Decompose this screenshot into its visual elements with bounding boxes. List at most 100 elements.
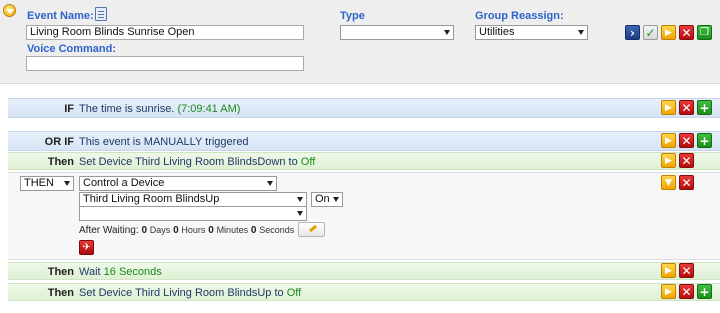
action-keyword: Then bbox=[47, 156, 74, 168]
edit-action-button[interactable]: ▶ bbox=[661, 153, 676, 168]
action-keyword: Then bbox=[47, 266, 74, 278]
event-name-input[interactable]: Living Room Blinds Sunrise Open bbox=[26, 25, 304, 40]
play-icon: ▶ bbox=[665, 266, 672, 276]
type-label: Type bbox=[340, 10, 365, 22]
close-icon: ✕ bbox=[681, 154, 692, 168]
action-device: Third Living Room BlindsUp bbox=[135, 287, 272, 299]
seconds-label: Seconds bbox=[259, 225, 295, 235]
group-reassign-select[interactable]: Utilities bbox=[475, 25, 588, 40]
device-select[interactable]: Third Living Room BlindsUp bbox=[79, 192, 307, 207]
close-icon: ✕ bbox=[681, 134, 692, 148]
action-type-select[interactable]: Control a Device bbox=[79, 176, 277, 191]
play-button[interactable]: ▶ bbox=[661, 25, 676, 40]
seconds-value: 0 bbox=[250, 225, 257, 236]
save-button[interactable]: ✓ bbox=[643, 25, 658, 40]
sunrise-time: (7:09:41 AM) bbox=[177, 103, 241, 115]
secondary-select[interactable] bbox=[79, 206, 307, 221]
edit-condition-button[interactable]: ▶ bbox=[661, 100, 676, 115]
close-icon: ✕ bbox=[681, 285, 692, 299]
collapse-toggle-icon[interactable] bbox=[3, 4, 16, 17]
action-to: to bbox=[288, 156, 298, 168]
hours-value: 0 bbox=[173, 225, 179, 236]
condition-text: The time is sunrise. (7:09:41 AM) bbox=[79, 103, 240, 115]
action-description: Wait 16 Seconds bbox=[79, 266, 162, 278]
action-prefix: Set Device bbox=[79, 287, 133, 299]
action-description: Set Device Third Living Room BlindsUp to… bbox=[79, 287, 301, 299]
condition-keyword: IF bbox=[64, 103, 74, 115]
add-condition-button[interactable]: + bbox=[697, 133, 712, 148]
add-action-button[interactable]: + bbox=[697, 284, 712, 299]
action-description: Set Device Third Living Room BlindsDown … bbox=[79, 156, 315, 168]
event-name-label: Event Name: bbox=[27, 10, 94, 22]
pencil-icon bbox=[308, 224, 318, 233]
state-select-value: On bbox=[315, 193, 330, 205]
play-icon: ▶ bbox=[665, 287, 672, 297]
plus-icon: + bbox=[699, 101, 710, 115]
edit-condition-button[interactable]: ▶ bbox=[661, 133, 676, 148]
delete-action-button[interactable]: ✕ bbox=[679, 284, 694, 299]
notes-icon[interactable] bbox=[95, 7, 107, 21]
play-icon: ▶ bbox=[665, 28, 672, 38]
add-condition-button[interactable]: + bbox=[697, 100, 712, 115]
action-value: Off bbox=[286, 287, 302, 299]
delete-action-button[interactable]: ✕ bbox=[679, 153, 694, 168]
cancel-icon: ✈ bbox=[82, 242, 91, 253]
minutes-label: Minutes bbox=[216, 225, 249, 235]
chevron-down-icon bbox=[297, 211, 303, 216]
after-waiting: After Waiting: 0 Days 0 Hours 0 Minutes … bbox=[79, 225, 294, 236]
chevron-down-icon bbox=[297, 197, 303, 202]
condition-keyword: OR IF bbox=[44, 136, 74, 148]
delete-action-button[interactable]: ✕ bbox=[679, 175, 694, 190]
play-icon: ▶ bbox=[665, 103, 672, 113]
delete-action-button[interactable]: ✕ bbox=[679, 263, 694, 278]
action-type-value: Control a Device bbox=[83, 177, 165, 189]
copy-icon: ❐ bbox=[700, 27, 709, 38]
chevron-right-icon: › bbox=[630, 26, 635, 40]
group-reassign-value: Utilities bbox=[479, 26, 515, 38]
voice-command-input[interactable] bbox=[26, 56, 304, 71]
chevron-down-icon bbox=[578, 30, 584, 35]
edit-action-button[interactable]: ▶ bbox=[661, 284, 676, 299]
close-icon: ✕ bbox=[681, 264, 692, 278]
group-reassign-label: Group Reassign: bbox=[475, 10, 564, 22]
plus-icon: + bbox=[699, 285, 710, 299]
state-select[interactable]: On bbox=[311, 192, 343, 207]
close-icon: ✕ bbox=[681, 176, 692, 190]
collapse-action-button[interactable]: ▼ bbox=[661, 175, 676, 190]
action-keyword: Then bbox=[47, 287, 74, 299]
minutes-value: 0 bbox=[208, 225, 214, 236]
play-icon: ▶ bbox=[665, 136, 672, 146]
action-keyword-value: THEN bbox=[24, 177, 54, 189]
delete-condition-button[interactable]: ✕ bbox=[679, 133, 694, 148]
chevron-down-icon: ▼ bbox=[665, 178, 672, 188]
close-icon: ✕ bbox=[681, 26, 692, 40]
hours-label: Hours bbox=[181, 225, 206, 235]
condition-description: This event is MANUALLY triggered bbox=[79, 136, 249, 148]
plus-icon: + bbox=[699, 134, 710, 148]
action-to: to bbox=[274, 287, 284, 299]
action-prefix: Wait bbox=[79, 266, 101, 278]
action-prefix: Set Device bbox=[79, 156, 133, 168]
action-device: Third Living Room BlindsDown bbox=[135, 156, 286, 168]
chevron-down-icon bbox=[333, 197, 339, 202]
wait-duration: 16 Seconds bbox=[103, 266, 162, 278]
check-icon: ✓ bbox=[645, 26, 656, 40]
voice-command-label: Voice Command: bbox=[27, 43, 117, 55]
after-waiting-label: After Waiting: bbox=[79, 225, 139, 236]
action-value: Off bbox=[300, 156, 316, 168]
remove-delay-button[interactable]: ✈ bbox=[79, 240, 94, 255]
edit-action-button[interactable]: ▶ bbox=[661, 263, 676, 278]
play-icon: ▶ bbox=[665, 156, 672, 166]
days-label: Days bbox=[149, 225, 171, 235]
days-value: 0 bbox=[141, 225, 147, 236]
edit-delay-button[interactable] bbox=[298, 222, 325, 237]
run-event-button[interactable]: › bbox=[625, 25, 640, 40]
close-icon: ✕ bbox=[681, 101, 692, 115]
copy-event-button[interactable]: ❐ bbox=[697, 25, 712, 40]
device-select-value: Third Living Room BlindsUp bbox=[83, 193, 220, 205]
type-select[interactable] bbox=[340, 25, 454, 40]
delete-event-button[interactable]: ✕ bbox=[679, 25, 694, 40]
action-keyword-select[interactable]: THEN bbox=[20, 176, 74, 191]
delete-condition-button[interactable]: ✕ bbox=[679, 100, 694, 115]
condition-description: The time is sunrise. bbox=[79, 103, 175, 115]
